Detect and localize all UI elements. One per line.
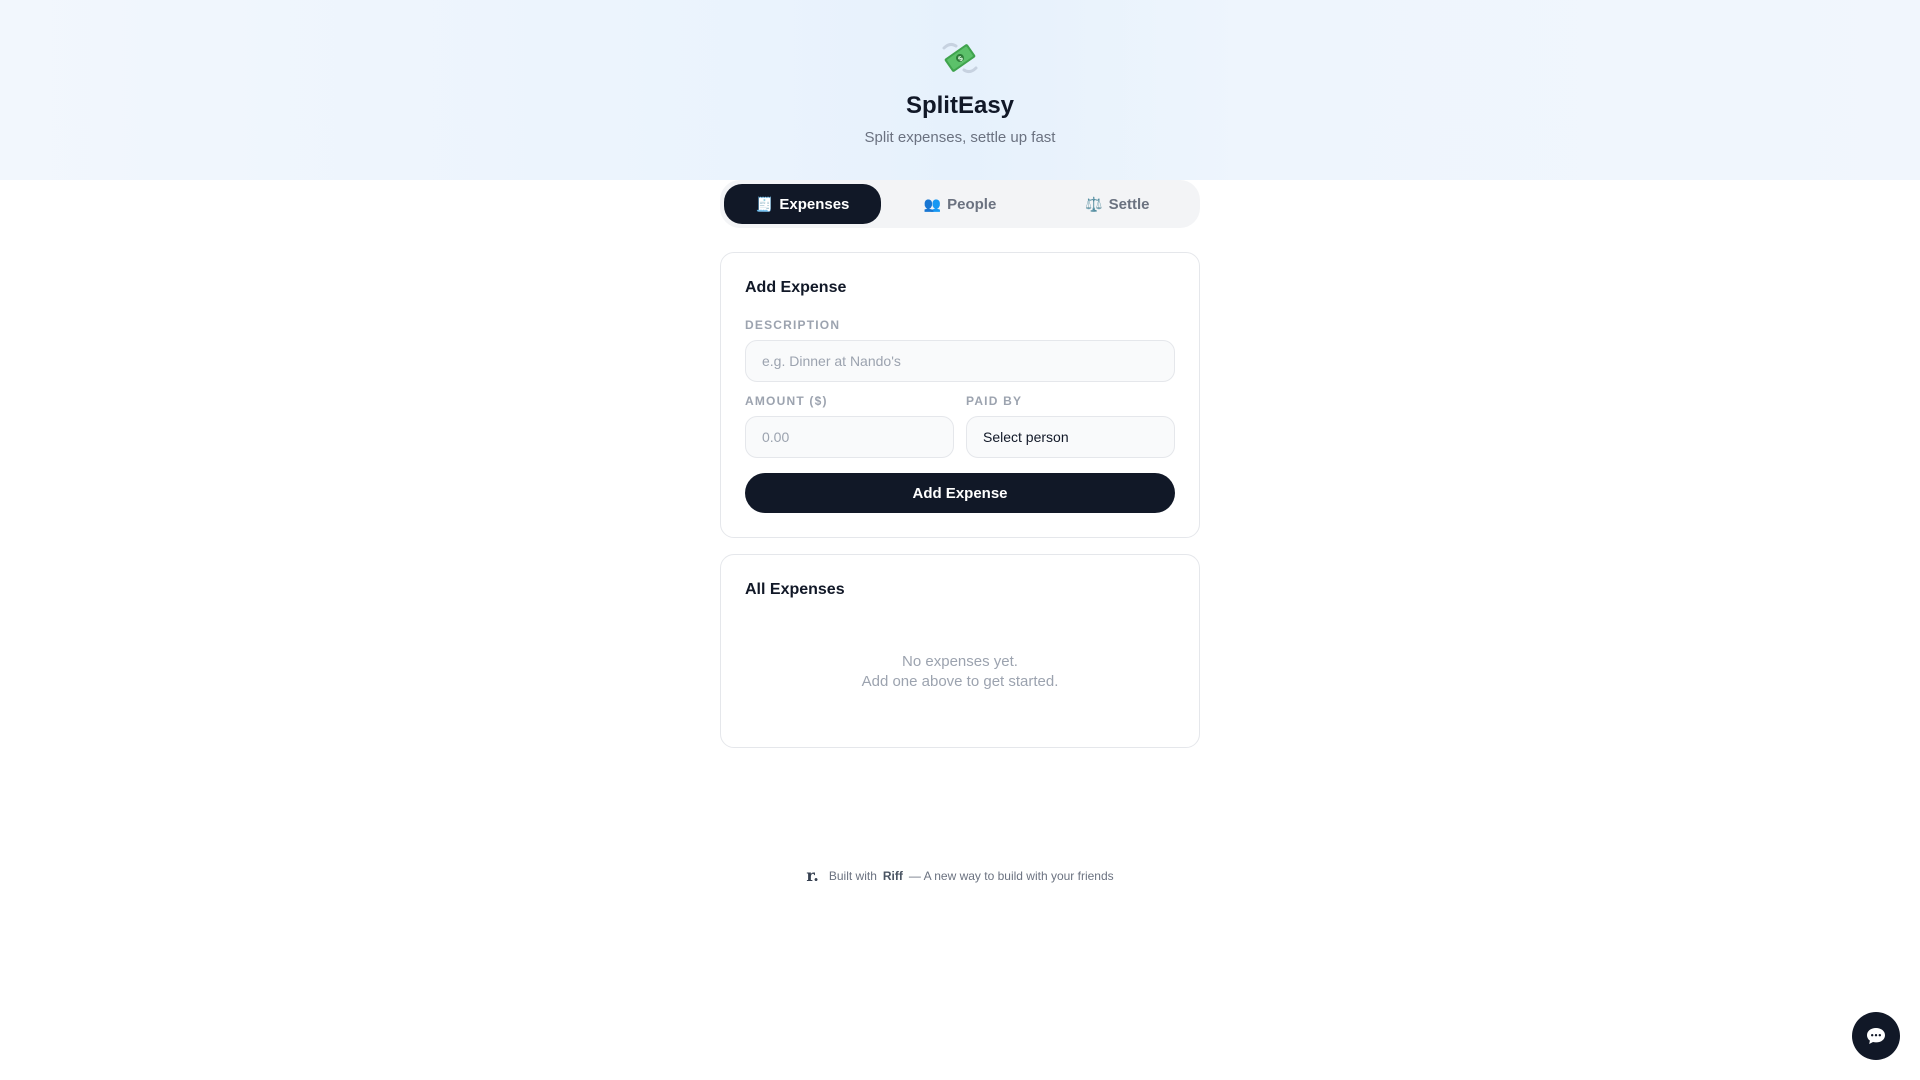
receipt-icon: 🧾 bbox=[755, 195, 774, 212]
riff-logo: r. bbox=[806, 866, 819, 885]
empty-state-line: No expenses yet. bbox=[902, 653, 1018, 670]
money-with-wings-icon: $ bbox=[940, 38, 980, 78]
tab-label: Expenses bbox=[779, 195, 850, 213]
card-title: All Expenses bbox=[745, 581, 845, 598]
scales-icon: ⚖️ bbox=[1085, 195, 1103, 212]
chat-button[interactable] bbox=[1852, 1012, 1900, 1060]
footer-built-with: Built with bbox=[828, 868, 877, 883]
tab-label: Settle bbox=[1108, 195, 1150, 213]
description-label: DESCRIPTION bbox=[745, 318, 841, 332]
add-expense-card: Add Expense DESCRIPTION AMOUNT ($) PAID … bbox=[720, 252, 1200, 538]
hero-header: $ SplitEasy Split expenses, settle up fa… bbox=[0, 0, 1920, 180]
people-icon: 👥 bbox=[923, 195, 942, 212]
all-expenses-card: All Expenses No expenses yet. Add one ab… bbox=[720, 554, 1200, 748]
card-title: Add Expense bbox=[745, 279, 847, 296]
footer: r. Built with Riff — A new way to build … bbox=[0, 866, 1920, 885]
add-expense-button[interactable]: Add Expense bbox=[745, 473, 1175, 513]
app-title: SplitEasy bbox=[905, 92, 1015, 119]
tab-settle[interactable]: ⚖️ Settle bbox=[1039, 184, 1196, 224]
tab-label: People bbox=[947, 195, 997, 213]
tab-people[interactable]: 👥 People bbox=[881, 184, 1038, 224]
tab-bar: 🧾 Expenses 👥 People ⚖️ Settle bbox=[720, 180, 1200, 228]
footer-brand-link[interactable]: Riff bbox=[883, 869, 903, 883]
paid-by-select[interactable]: Select person bbox=[966, 416, 1175, 458]
amount-input[interactable] bbox=[745, 416, 954, 458]
description-input[interactable] bbox=[745, 340, 1175, 382]
paid-by-label: PAID BY bbox=[966, 394, 1023, 408]
app-subtitle: Split expenses, settle up fast bbox=[864, 129, 1056, 146]
empty-state-hint: Add one above to get started. bbox=[861, 673, 1059, 690]
amount-label: AMOUNT ($) bbox=[745, 394, 828, 408]
footer-tagline: — A new way to build with your friends bbox=[908, 868, 1114, 883]
tab-expenses[interactable]: 🧾 Expenses bbox=[724, 184, 882, 224]
paid-by-selected-value: Select person bbox=[983, 429, 1069, 445]
chat-bubble-icon bbox=[1867, 1028, 1885, 1044]
